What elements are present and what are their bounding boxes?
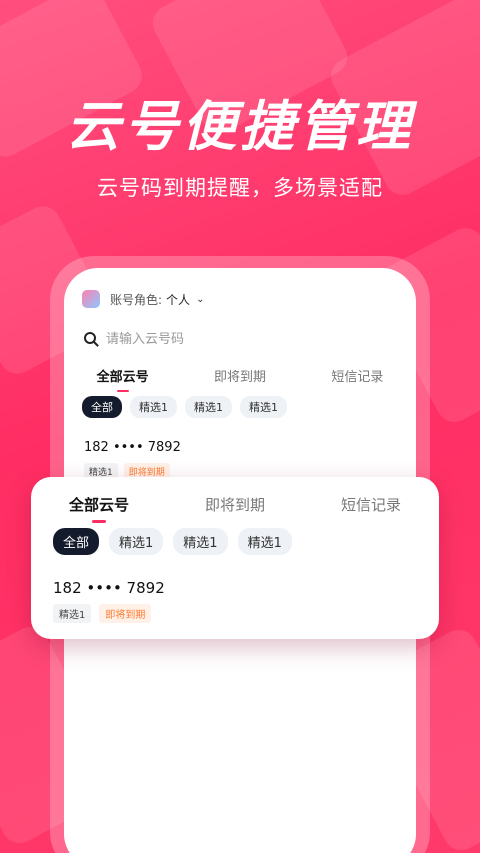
tab-sms-records[interactable]: 短信记录	[303, 494, 439, 515]
filter-chips-zoomed: 全部 精选1 精选1 精选1	[53, 528, 292, 555]
filter-chips: 全部 精选1 精选1 精选1	[82, 396, 287, 418]
phone-number[interactable]: 182 •••• 7892	[53, 579, 165, 597]
filter-chip[interactable]: 精选1	[173, 528, 228, 555]
hero-title: 云号便捷管理	[66, 95, 414, 158]
phone-number[interactable]: 182 •••• 7892	[84, 440, 181, 455]
number-tags: 精选1 即将到期	[53, 604, 152, 623]
account-avatar-icon	[82, 290, 100, 308]
filter-chip-all[interactable]: 全部	[82, 396, 122, 418]
account-role-value: 个人	[166, 292, 191, 307]
search-icon	[84, 331, 96, 344]
tab-bar-zoomed: 全部云号 即将到期 短信记录	[31, 494, 439, 523]
tab-all-numbers[interactable]: 全部云号	[64, 366, 181, 392]
search-placeholder: 请输入云号码	[106, 332, 185, 347]
tab-all-numbers[interactable]: 全部云号	[31, 494, 167, 523]
account-role-selector[interactable]: 账号角色: 个人 ⌄	[82, 290, 204, 308]
filter-chip[interactable]: 精选1	[130, 396, 177, 418]
hero-subtitle: 云号码到期提醒，多场景适配	[97, 176, 383, 200]
tab-sms-records[interactable]: 短信记录	[299, 366, 416, 385]
tab-expiring[interactable]: 即将到期	[181, 366, 298, 385]
chevron-down-icon: ⌄	[196, 293, 205, 305]
tab-expiring[interactable]: 即将到期	[167, 494, 303, 515]
filter-chip-all[interactable]: 全部	[53, 528, 100, 555]
filter-chip[interactable]: 精选1	[109, 528, 164, 555]
tab-bar: 全部云号 即将到期 短信记录	[64, 366, 416, 392]
filter-chip[interactable]: 精选1	[240, 396, 287, 418]
filter-chip[interactable]: 精选1	[185, 396, 232, 418]
search-bar[interactable]: 请输入云号码	[84, 328, 184, 347]
filter-chip[interactable]: 精选1	[237, 528, 292, 555]
account-role-label: 账号角色:	[110, 292, 163, 307]
tag-featured: 精选1	[53, 604, 92, 623]
zoomed-list-card: 全部云号 即将到期 短信记录 全部 精选1 精选1 精选1 182 •••• 7…	[31, 477, 439, 639]
tag-expiring: 即将到期	[99, 604, 152, 623]
